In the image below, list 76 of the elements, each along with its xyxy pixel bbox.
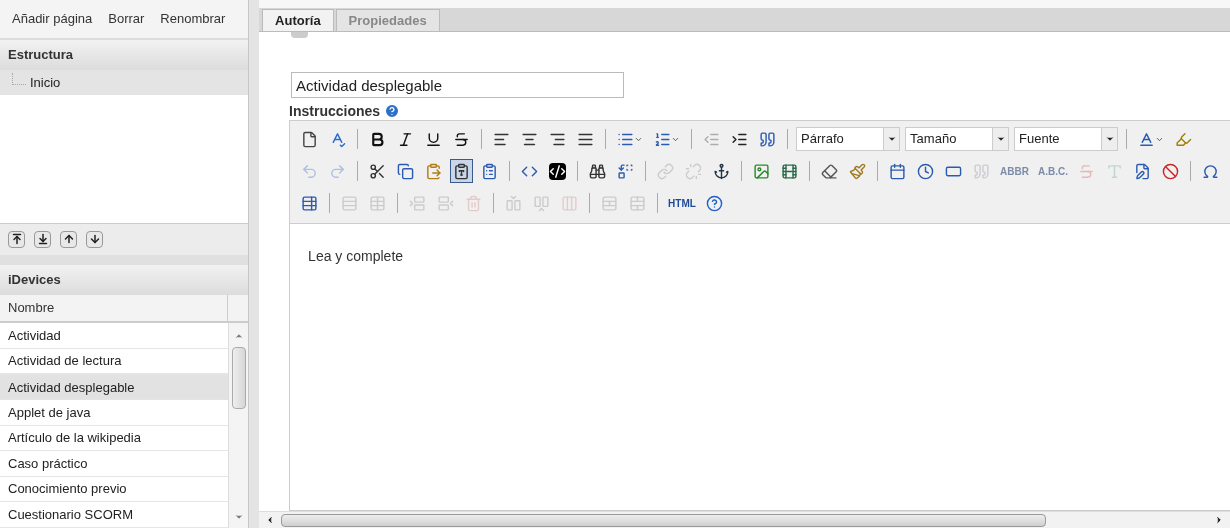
tree-label: Inicio bbox=[30, 74, 61, 93]
scroll-right-icon bbox=[1214, 515, 1224, 525]
menu-item[interactable]: Añadir página bbox=[12, 9, 93, 29]
copy-icon bbox=[397, 162, 415, 180]
redo-icon bbox=[329, 162, 347, 180]
clipboard-text-icon bbox=[453, 162, 471, 180]
highlighter-icon bbox=[1175, 130, 1193, 148]
cell-properties-icon bbox=[369, 194, 387, 212]
insert-column-after-icon bbox=[533, 194, 551, 212]
eraser-icon bbox=[821, 162, 839, 180]
panel-header: Estructura bbox=[0, 39, 249, 71]
caret-icon bbox=[886, 134, 897, 144]
move-button[interactable] bbox=[34, 230, 51, 248]
insert-row-before-icon bbox=[409, 194, 427, 212]
scroll-thumb[interactable] bbox=[231, 347, 246, 410]
page-icon bbox=[301, 130, 319, 148]
horizontal-scrollbar[interactable] bbox=[259, 511, 1230, 528]
anchor-icon bbox=[713, 162, 731, 180]
scroll-down-icon bbox=[233, 512, 244, 522]
dropdown[interactable]: Párrafo bbox=[796, 127, 901, 151]
insert-row-after-icon bbox=[437, 194, 455, 212]
scrollbar[interactable] bbox=[228, 323, 249, 528]
clipboard-icon bbox=[425, 162, 443, 180]
underline-icon bbox=[425, 130, 443, 148]
menu-item[interactable]: Renombrar bbox=[160, 9, 226, 29]
list-item[interactable]: Actividad bbox=[0, 323, 229, 349]
numbered-list-icon bbox=[654, 130, 672, 148]
split-cells-icon bbox=[601, 194, 619, 212]
toolbar-button[interactable]: HTML bbox=[666, 191, 698, 215]
toolbar-button[interactable] bbox=[450, 159, 474, 183]
help-icon[interactable] bbox=[384, 103, 401, 119]
delete-column-icon bbox=[561, 194, 579, 212]
editor-text: Lea y complete bbox=[308, 247, 405, 266]
quote-icon bbox=[973, 162, 991, 180]
list-item[interactable]: Actividad desplegable bbox=[0, 374, 229, 401]
table-edit-icon bbox=[301, 194, 319, 212]
move-up-icon bbox=[62, 233, 75, 246]
tree-item[interactable]: Inicio bbox=[0, 70, 249, 96]
caret-icon bbox=[1104, 134, 1115, 144]
delete-row-icon bbox=[465, 194, 483, 212]
code-box-icon bbox=[549, 162, 567, 180]
clipboard-word-icon bbox=[481, 162, 499, 180]
brush-icon bbox=[849, 162, 867, 180]
calendar-icon bbox=[889, 162, 907, 180]
move-down-icon bbox=[88, 233, 101, 246]
replace-icon bbox=[617, 162, 635, 180]
panel-header: iDevices bbox=[0, 264, 249, 295]
menu-item[interactable]: Borrar bbox=[108, 9, 145, 29]
move-bottom-icon bbox=[36, 233, 49, 246]
dropdown[interactable]: Fuente bbox=[1014, 127, 1119, 151]
font-color-icon bbox=[1138, 130, 1156, 148]
dropdown[interactable]: Tamaño bbox=[905, 127, 1010, 151]
film-icon bbox=[781, 162, 799, 180]
field-label: Instrucciones bbox=[289, 101, 381, 121]
link-icon bbox=[657, 162, 675, 180]
row-properties-icon bbox=[341, 194, 359, 212]
move-button[interactable] bbox=[8, 230, 25, 248]
move-button[interactable] bbox=[60, 230, 77, 248]
undo-icon bbox=[301, 162, 319, 180]
scissors-icon bbox=[369, 162, 387, 180]
unlink-icon bbox=[685, 162, 703, 180]
title-input[interactable]: Actividad desplegable bbox=[291, 72, 625, 98]
tab[interactable]: Autoría bbox=[262, 9, 334, 31]
move-button[interactable] bbox=[86, 230, 103, 248]
quote-icon bbox=[759, 130, 777, 148]
move-top-icon bbox=[10, 233, 23, 246]
help-icon bbox=[705, 194, 723, 212]
insert-column-before-icon bbox=[505, 194, 523, 212]
caret-icon bbox=[995, 134, 1006, 144]
strikethrough-icon bbox=[453, 130, 471, 148]
deleted-text-icon bbox=[1078, 162, 1095, 180]
omega-icon bbox=[1202, 162, 1219, 180]
binoculars-icon bbox=[589, 162, 607, 180]
clock-icon bbox=[917, 162, 935, 180]
image-icon bbox=[753, 162, 771, 180]
merge-cells-icon bbox=[629, 194, 647, 212]
